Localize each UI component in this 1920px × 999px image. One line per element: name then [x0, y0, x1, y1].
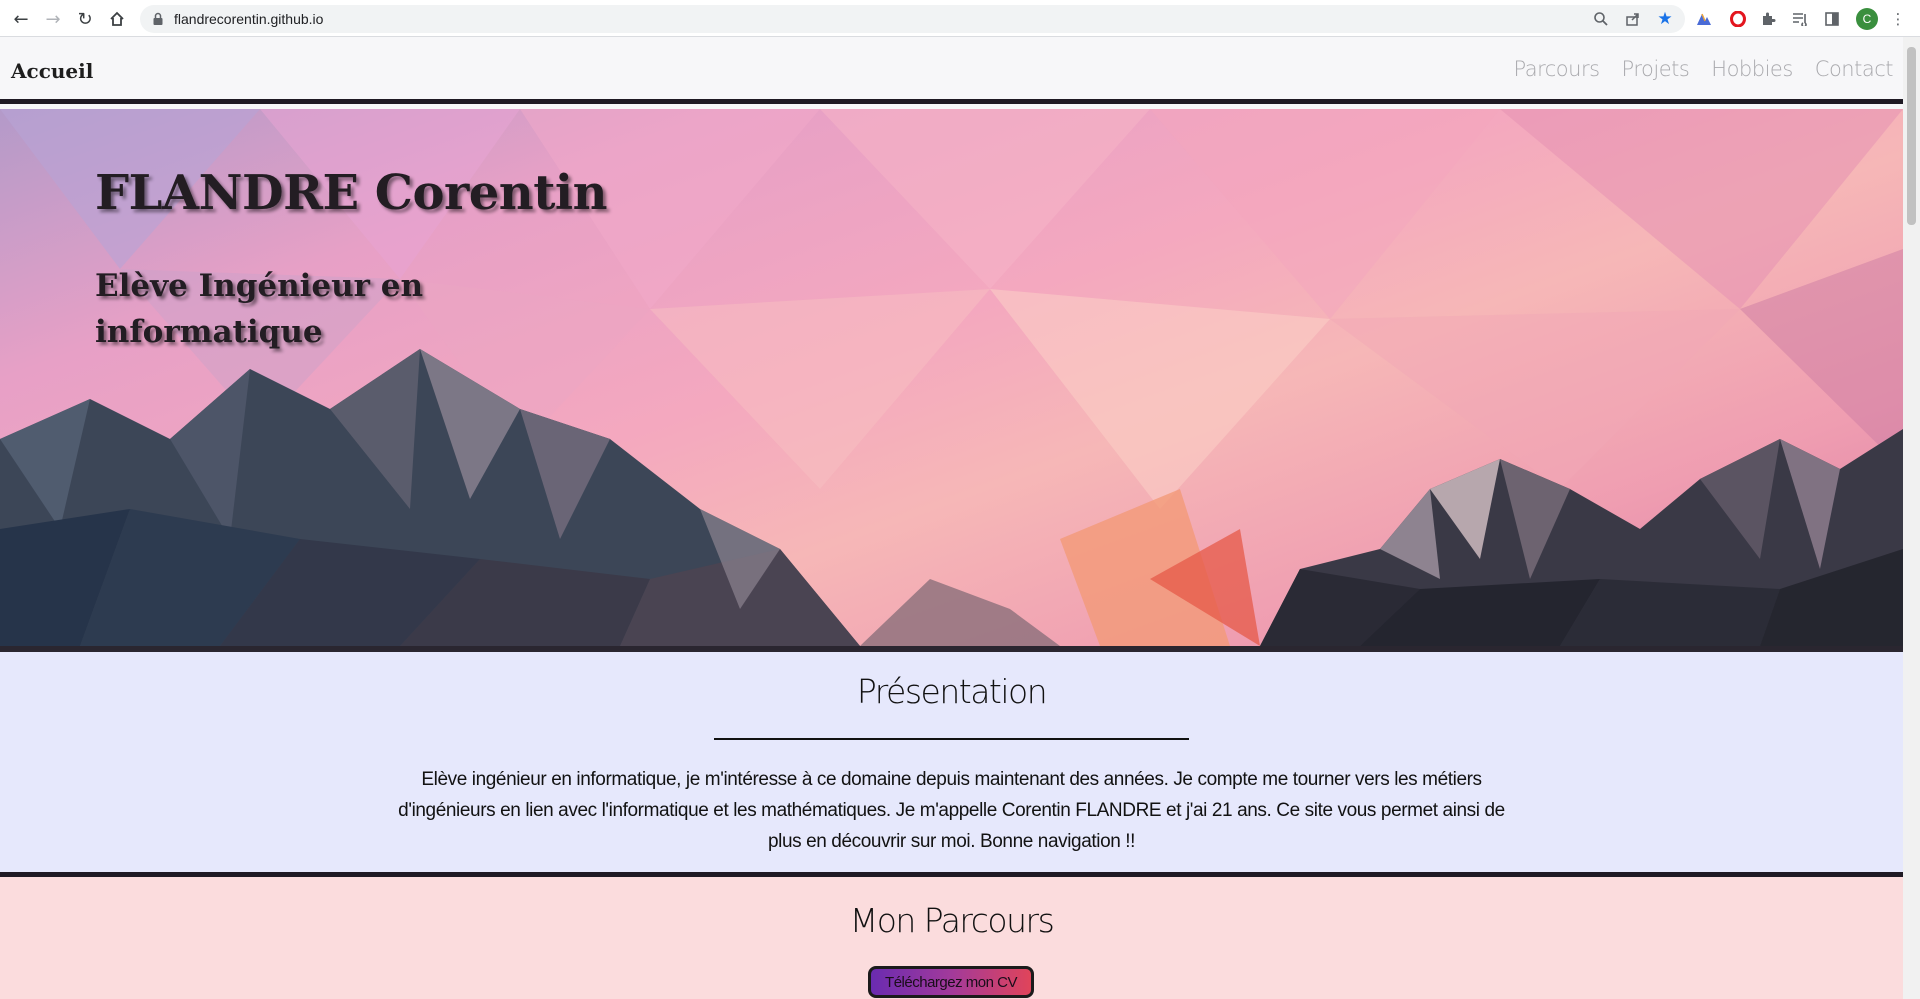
- lock-icon[interactable]: [152, 11, 164, 27]
- menu-icon[interactable]: ⋮: [1886, 7, 1910, 31]
- opera-icon[interactable]: [1726, 7, 1750, 31]
- address-bar[interactable]: flandrecorentin.github.io ★: [140, 5, 1685, 33]
- nav-links: Parcours Projets Hobbies Contact: [1514, 57, 1894, 81]
- hero-subtitle: Elève Ingénieur en informatique: [95, 268, 424, 350]
- page-scrollbar[interactable]: [1903, 37, 1920, 999]
- download-cv-button[interactable]: Téléchargez mon CV: [868, 966, 1034, 998]
- share-icon[interactable]: [1624, 10, 1642, 28]
- zoom-icon[interactable]: [1592, 10, 1610, 28]
- forward-icon[interactable]: →: [40, 6, 66, 32]
- brand-home-link[interactable]: Accueil: [11, 59, 93, 83]
- bookmark-star-icon[interactable]: ★: [1656, 9, 1674, 29]
- page-viewport: Accueil Parcours Projets Hobbies Contact: [0, 37, 1903, 999]
- url-text[interactable]: flandrecorentin.github.io: [174, 11, 323, 27]
- presentation-section: Présentation Elève ingénieur en informat…: [0, 652, 1903, 872]
- nav-link-hobbies[interactable]: Hobbies: [1711, 57, 1793, 81]
- home-icon[interactable]: [104, 6, 130, 32]
- reload-icon[interactable]: ↻: [72, 6, 98, 32]
- reading-list-icon[interactable]: [1788, 7, 1812, 31]
- extension-icon[interactable]: [1692, 7, 1716, 31]
- side-panel-icon[interactable]: [1820, 7, 1844, 31]
- title-underline: [714, 738, 1189, 740]
- section-title-parcours: Mon Parcours: [849, 901, 1055, 940]
- browser-toolbar: ← → ↻ flandrecorentin.github.io ★ C ⋮: [0, 0, 1920, 37]
- parcours-section: Mon Parcours Téléchargez mon CV: [0, 877, 1903, 999]
- nav-link-contact[interactable]: Contact: [1815, 57, 1894, 81]
- hero-title: FLANDRE Corentin: [95, 165, 608, 221]
- nav-link-parcours[interactable]: Parcours: [1514, 57, 1601, 81]
- back-icon[interactable]: ←: [8, 6, 34, 32]
- puzzle-icon[interactable]: [1756, 7, 1780, 31]
- hero-banner: FLANDRE Corentin Elève Ingénieur en info…: [0, 109, 1903, 646]
- site-navbar: Accueil Parcours Projets Hobbies Contact: [0, 37, 1903, 104]
- scrollbar-thumb[interactable]: [1907, 47, 1916, 225]
- section-title-presentation: Présentation: [856, 672, 1048, 711]
- profile-avatar[interactable]: C: [1856, 8, 1878, 30]
- presentation-text: Elève ingénieur en informatique, je m'in…: [398, 769, 1505, 852]
- nav-link-projets[interactable]: Projets: [1622, 57, 1690, 81]
